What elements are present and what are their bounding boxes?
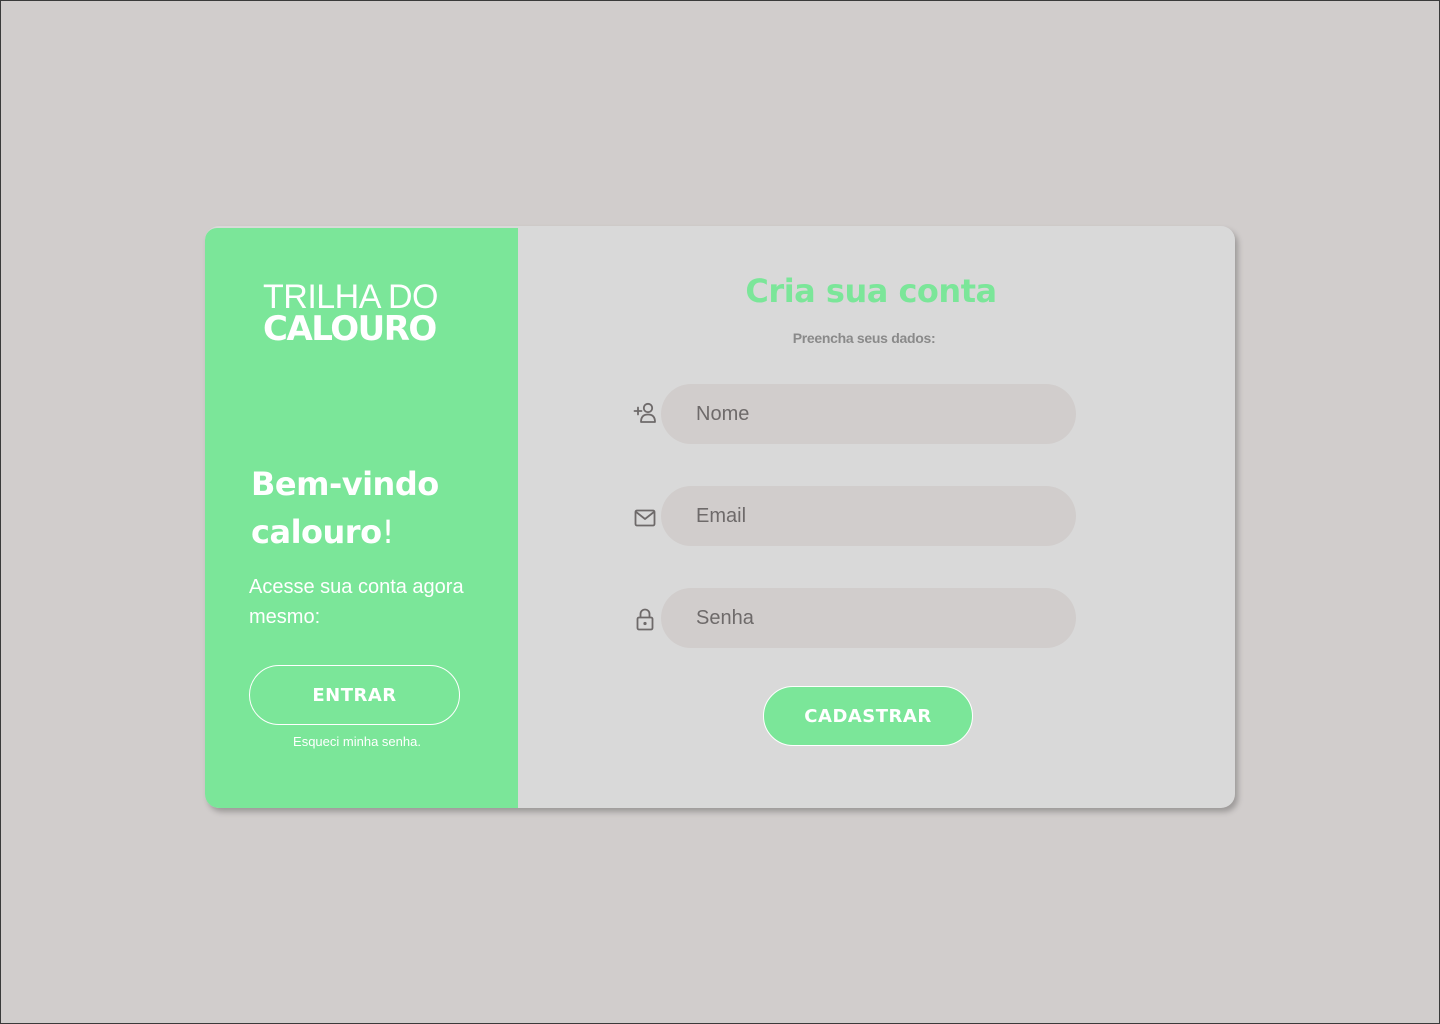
signup-card: TRILHA DO CALOURO Bem-vindo calouro! Ace… [205, 226, 1235, 808]
register-button[interactable]: CADASTRAR [763, 686, 973, 746]
name-input[interactable] [661, 384, 1076, 444]
form-title: Cria sua conta [745, 272, 997, 310]
welcome-exclamation: ! [381, 513, 395, 551]
logo-bottom-text: CALOURO [263, 309, 437, 349]
lock-icon [636, 608, 654, 631]
welcome-subtitle: Acesse sua conta agora mesmo: [249, 576, 464, 628]
forgot-password-link[interactable]: Esqueci minha senha. [249, 734, 465, 749]
welcome-panel: TRILHA DO CALOURO Bem-vindo calouro! Ace… [205, 228, 518, 808]
welcome-line2: calouro [251, 513, 382, 551]
brand-logo: TRILHA DO CALOURO [263, 280, 438, 349]
email-input[interactable] [661, 486, 1076, 546]
form-subtitle: Preencha seus dados: [792, 330, 936, 346]
welcome-line1: Bem-vindo [251, 465, 439, 503]
enter-button[interactable]: ENTRAR [249, 665, 460, 725]
password-input[interactable] [661, 588, 1076, 648]
welcome-heading: Bem-vindo calouro! [251, 460, 491, 556]
mail-icon [634, 509, 656, 527]
add-user-icon [633, 402, 656, 423]
